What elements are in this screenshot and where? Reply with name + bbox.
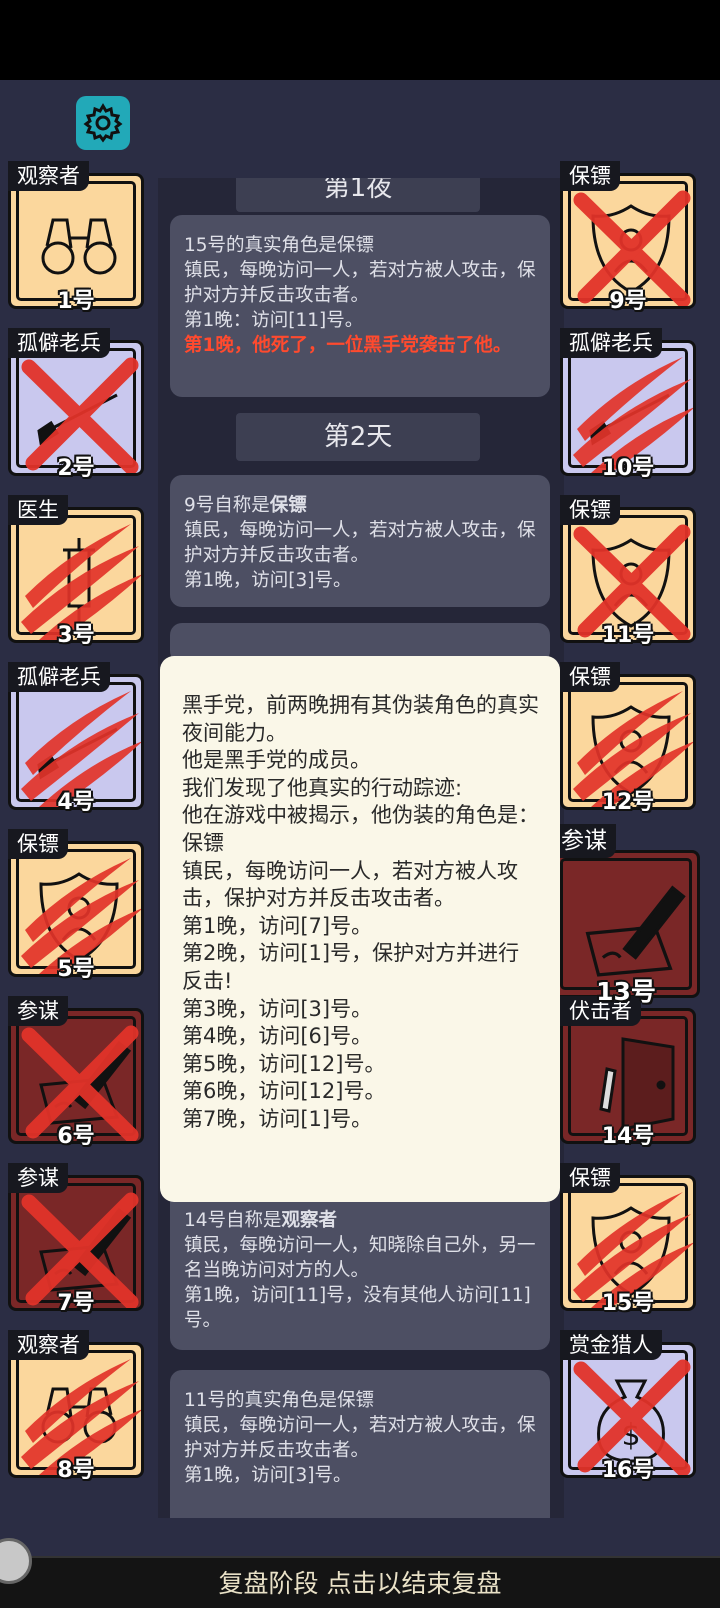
- player-number: 8号: [57, 1458, 95, 1483]
- role-label: 保镖: [560, 1163, 620, 1193]
- role-label: 医生: [8, 495, 68, 525]
- log-entry-head: 11号的真实角色是保镖: [184, 1390, 375, 1411]
- log-entry-prefix: 9号自称是: [184, 495, 270, 516]
- day-label-day2: 第2天: [236, 413, 480, 461]
- player-number: 12号: [601, 790, 655, 815]
- popup-line: 第3晚，访问[3]号。: [182, 996, 373, 1021]
- role-label: 观察者: [8, 161, 89, 191]
- popup-line: 他在游戏中被揭示，他伪装的角色是：保镖: [182, 803, 539, 855]
- player-number: 6号: [57, 1124, 95, 1149]
- role-label: 赏金猎人: [560, 1330, 662, 1360]
- player-number: 15号: [601, 1291, 655, 1316]
- role-label: 保镖: [560, 495, 620, 525]
- player-number: 2号: [57, 456, 95, 481]
- end-review-button[interactable]: 复盘阶段 点击以结束复盘: [0, 1556, 720, 1608]
- role-label: 保镖: [560, 161, 620, 191]
- log-entry-visit: 第1晚，访问[11]号，没有其他人访问[11]号。: [184, 1285, 531, 1331]
- log-entry-role: 保镖: [269, 495, 307, 516]
- role-label: 保镖: [8, 829, 68, 859]
- role-label: 参谋: [8, 996, 68, 1026]
- settings-button[interactable]: [76, 96, 130, 150]
- player-number: 4号: [57, 790, 95, 815]
- popup-line: 第1晚，访问[7]号。: [182, 913, 373, 938]
- log-entry-role: 观察者: [281, 1210, 338, 1231]
- player-number: 7号: [57, 1291, 95, 1316]
- role-label: 保镖: [560, 662, 620, 692]
- log-entry-prefix: 14号自称是: [184, 1210, 282, 1231]
- log-entry-death: 第1晚，他死了，一位黑手党袭击了他。: [184, 335, 512, 356]
- popup-line: 第2晚，访问[1]号，保护对方并进行反击!: [182, 941, 520, 993]
- log-entry-visit: 第1晚，访问[3]号。: [184, 570, 352, 591]
- log-entry-head: 15号的真实角色是保镖: [184, 235, 375, 256]
- status-bar: [0, 0, 720, 80]
- player-number: 16号: [601, 1458, 655, 1483]
- popup-line: 第7晚，访问[1]号。: [182, 1106, 373, 1131]
- role-label: 孤僻老兵: [8, 328, 110, 358]
- player-number: 10号: [601, 456, 655, 481]
- log-entry: 11号的真实角色是保镖 镇民，每晚访问一人，若对方被人攻击，保护对方并反击攻击者…: [170, 1370, 550, 1518]
- log-entry-visit: 第1晚，访问[3]号。: [184, 1465, 352, 1486]
- popup-line: 他是黑手党的成员。: [182, 748, 371, 773]
- player-number: 14号: [601, 1124, 655, 1149]
- gear-icon: [83, 103, 123, 143]
- log-entry: 15号的真实角色是保镖 镇民，每晚访问一人，若对方被人攻击，保护对方并反击攻击者…: [170, 215, 550, 397]
- log-entry-visit: 第1晚：访问[11]号。: [184, 310, 364, 331]
- log-entry: 14号自称是观察者 镇民，每晚访问一人，知晓除自己外，另一名当晚访问对方的人。 …: [170, 1190, 550, 1350]
- player-number: 1号: [57, 289, 95, 314]
- player-number: 11号: [601, 623, 655, 648]
- popup-line: 我们发现了他真实的行动踪迹:: [182, 775, 463, 800]
- day-label-night1: 第1夜: [236, 178, 480, 212]
- log-entry: 9号自称是保镖 镇民，每晚访问一人，若对方被人攻击，保护对方并反击攻击者。 第1…: [170, 475, 550, 607]
- role-label: 参谋: [552, 824, 616, 858]
- popup-line: 镇民，每晚访问一人，若对方被人攻击，保护对方并反击攻击者。: [182, 858, 518, 911]
- popup-line: 第4晚，访问[6]号。: [182, 1024, 373, 1049]
- role-label: 孤僻老兵: [560, 328, 662, 358]
- role-label: 孤僻老兵: [8, 662, 110, 692]
- player-number: 3号: [57, 623, 95, 648]
- log-entry-desc: 镇民，每晚访问一人，知晓除自己外，另一名当晚访问对方的人。: [184, 1235, 536, 1281]
- popup-line: 第6晚，访问[12]号。: [182, 1079, 386, 1104]
- player-number: 13号: [596, 977, 656, 1006]
- log-entry-desc: 镇民，每晚访问一人，若对方被人攻击，保护对方并反击攻击者。: [184, 260, 536, 306]
- role-label: 观察者: [8, 1330, 89, 1360]
- role-label: 参谋: [8, 1163, 68, 1193]
- popup-line: 黑手党，前两晚拥有其伪装角色的真实夜间能力。: [182, 693, 539, 745]
- log-entry-desc: 镇民，每晚访问一人，若对方被人攻击，保护对方并反击攻击者。: [184, 520, 536, 566]
- player-number: 9号: [609, 289, 647, 314]
- popup-line: 第5晚，访问[12]号。: [182, 1051, 386, 1076]
- role-detail-popup[interactable]: 黑手党，前两晚拥有其伪装角色的真实夜间能力。他是黑手党的成员。 我们发现了他真实的…: [160, 656, 560, 1202]
- log-entry-desc: 镇民，每晚访问一人，若对方被人攻击，保护对方并反击攻击者。: [184, 1415, 536, 1461]
- player-number: 5号: [57, 957, 95, 982]
